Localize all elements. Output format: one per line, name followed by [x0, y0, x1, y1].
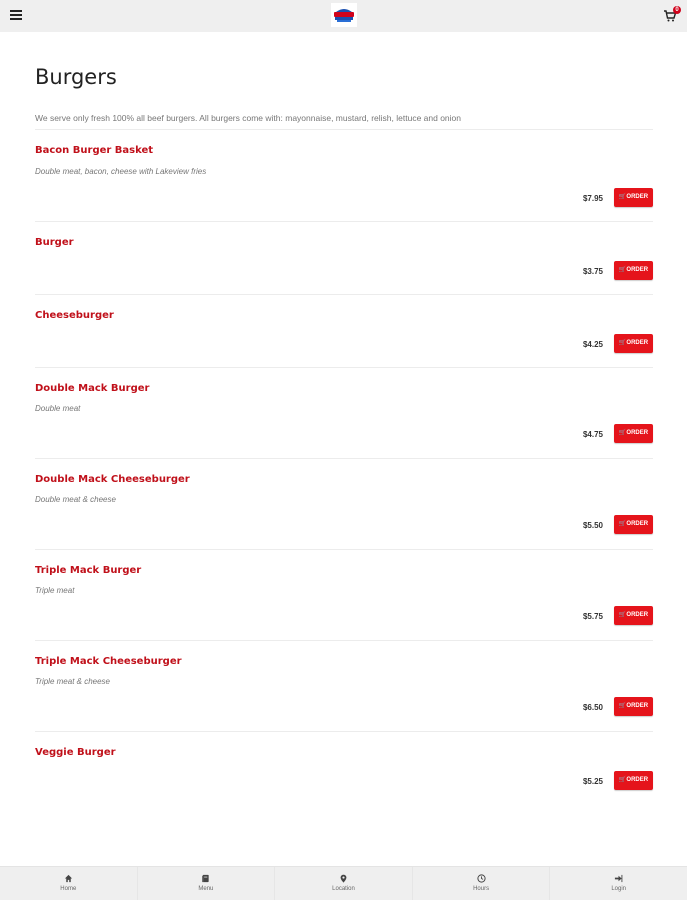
- menu-item: Burger $3.75 🛒ORDER: [35, 222, 653, 295]
- order-button-label: ORDER: [626, 521, 649, 527]
- page-title: Burgers: [35, 65, 117, 89]
- cart-icon[interactable]: 0: [664, 6, 681, 23]
- home-icon: [0, 874, 137, 884]
- order-button-label: ORDER: [626, 612, 649, 618]
- menu-section: Burgers We serve only fresh 100% all bee…: [35, 60, 653, 805]
- order-button-label: ORDER: [626, 430, 649, 436]
- item-name[interactable]: Veggie Burger: [35, 747, 116, 758]
- menu-book-icon: [138, 874, 275, 884]
- item-price: $5.75: [582, 612, 603, 621]
- order-button[interactable]: 🛒ORDER: [614, 334, 653, 353]
- nav-login[interactable]: Login: [550, 867, 687, 900]
- menu-item: Double Mack Cheeseburger Double meat & c…: [35, 459, 653, 550]
- order-button-label: ORDER: [626, 194, 649, 200]
- item-price: $7.95: [582, 194, 603, 203]
- menu-item: Bacon Burger Basket Double meat, bacon, …: [35, 130, 653, 222]
- item-name[interactable]: Double Mack Burger: [35, 383, 149, 394]
- order-button-label: ORDER: [626, 340, 649, 346]
- bottom-nav: Home Menu Location Hours Login: [0, 866, 687, 900]
- nav-label: Menu: [198, 886, 214, 892]
- item-price: $5.50: [582, 521, 603, 530]
- item-description: Triple meat: [35, 586, 75, 595]
- item-price: $4.25: [582, 340, 603, 349]
- menu-item: Triple Mack Burger Triple meat $5.75 🛒OR…: [35, 550, 653, 641]
- location-pin-icon: [275, 874, 412, 884]
- nav-label: Hours: [473, 886, 490, 892]
- order-button[interactable]: 🛒ORDER: [614, 261, 653, 280]
- menu-item: Veggie Burger $5.25 🛒ORDER: [35, 732, 653, 805]
- item-name[interactable]: Burger: [35, 237, 74, 248]
- item-description: Double meat, bacon, cheese with Lakeview…: [35, 167, 207, 176]
- top-bar: 0: [0, 0, 687, 32]
- clock-icon: [413, 874, 550, 884]
- item-name[interactable]: Cheeseburger: [35, 310, 114, 321]
- order-button[interactable]: 🛒ORDER: [614, 697, 653, 716]
- nav-label: Login: [611, 886, 627, 892]
- nav-home[interactable]: Home: [0, 867, 138, 900]
- nav-label: Home: [60, 886, 77, 892]
- item-name[interactable]: Bacon Burger Basket: [35, 145, 153, 156]
- item-price: $6.50: [582, 703, 603, 712]
- nav-location[interactable]: Location: [275, 867, 413, 900]
- login-icon: [550, 874, 687, 884]
- item-name[interactable]: Triple Mack Burger: [35, 565, 141, 576]
- hamburger-icon[interactable]: [10, 10, 22, 20]
- order-button[interactable]: 🛒ORDER: [614, 424, 653, 443]
- cart-count-badge: 0: [673, 6, 681, 14]
- order-button-label: ORDER: [626, 777, 649, 783]
- nav-menu[interactable]: Menu: [138, 867, 276, 900]
- item-description: Double meat & cheese: [35, 495, 116, 504]
- order-button[interactable]: 🛒ORDER: [614, 515, 653, 534]
- restaurant-logo[interactable]: [331, 3, 357, 27]
- item-description: Double meat: [35, 404, 81, 413]
- menu-item: Double Mack Burger Double meat $4.75 🛒OR…: [35, 368, 653, 459]
- order-button[interactable]: 🛒ORDER: [614, 771, 653, 790]
- order-button-label: ORDER: [626, 267, 649, 273]
- item-name[interactable]: Triple Mack Cheeseburger: [35, 656, 182, 667]
- item-price: $4.75: [582, 430, 603, 439]
- order-button-label: ORDER: [626, 703, 649, 709]
- order-button[interactable]: 🛒ORDER: [614, 606, 653, 625]
- menu-item: Cheeseburger $4.25 🛒ORDER: [35, 295, 653, 368]
- nav-label: Location: [332, 886, 355, 892]
- menu-item: Triple Mack Cheeseburger Triple meat & c…: [35, 641, 653, 732]
- item-description: Triple meat & cheese: [35, 677, 110, 686]
- section-intro: We serve only fresh 100% all beef burger…: [35, 113, 462, 123]
- item-price: $3.75: [582, 267, 603, 276]
- item-name[interactable]: Double Mack Cheeseburger: [35, 474, 190, 485]
- nav-hours[interactable]: Hours: [413, 867, 551, 900]
- item-price: $5.25: [582, 777, 603, 786]
- order-button[interactable]: 🛒ORDER: [614, 188, 653, 207]
